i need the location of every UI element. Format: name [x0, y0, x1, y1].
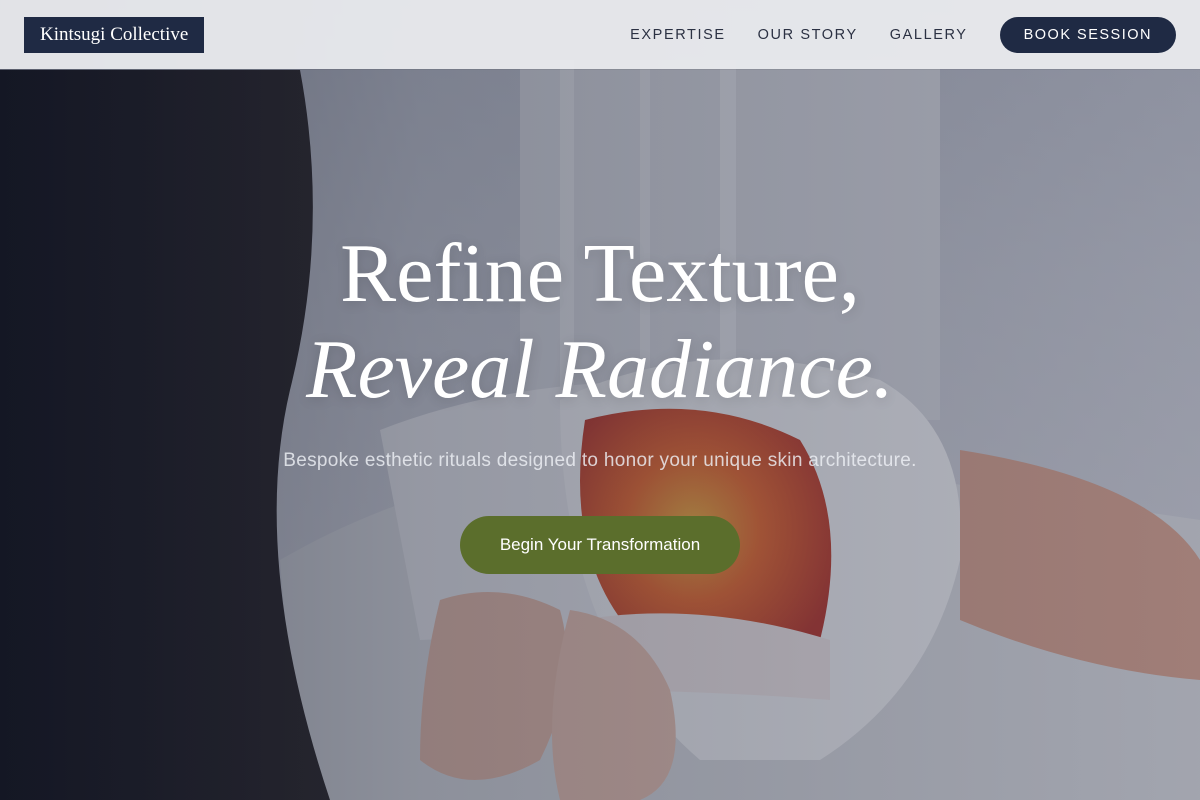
- book-session-button[interactable]: BOOK SESSION: [999, 16, 1176, 53]
- hero-title-line-2: Reveal Radiance.: [306, 323, 894, 416]
- hero-subtitle: Bespoke esthetic rituals designed to hon…: [283, 450, 917, 471]
- nav-link-our-story[interactable]: OUR STORY: [758, 27, 858, 43]
- hero-title-line-1: Refine Texture,: [340, 227, 860, 320]
- main-nav: EXPERTISE OUR STORY GALLERY BOOK SESSION: [598, 16, 1176, 53]
- site-header: Kintsugi Collective EXPERTISE OUR STORY …: [0, 0, 1200, 69]
- begin-transformation-button[interactable]: Begin Your Transformation: [459, 516, 741, 574]
- nav-link-expertise[interactable]: EXPERTISE: [630, 27, 726, 43]
- hero-content: Refine Texture, Reveal Radiance. Bespoke…: [0, 228, 1200, 574]
- nav-link-gallery[interactable]: GALLERY: [890, 27, 968, 43]
- brand-logo[interactable]: Kintsugi Collective: [24, 16, 205, 53]
